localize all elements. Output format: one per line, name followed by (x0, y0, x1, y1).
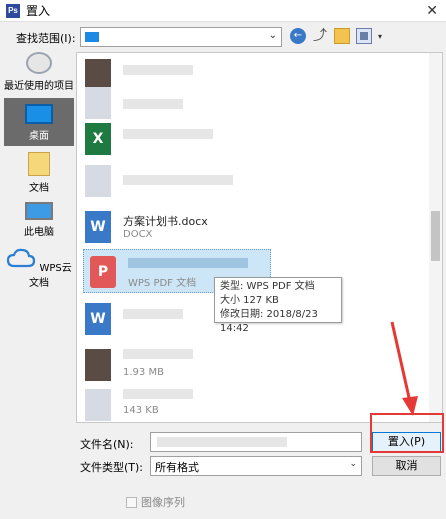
back-icon[interactable]: ← (290, 28, 306, 44)
new-folder-icon[interactable] (334, 28, 350, 44)
documents-icon (28, 152, 50, 176)
place-label: WPS云文档 (29, 263, 72, 289)
place-label: 文档 (29, 183, 49, 194)
redacted-text (157, 437, 287, 447)
place-label: 最近使用的项目 (4, 81, 74, 92)
file-meta: 1.93 MB (123, 367, 164, 378)
file-generic-icon (85, 165, 111, 197)
pdf-icon: P (90, 256, 116, 288)
file-meta: DOCX (123, 229, 153, 240)
file-generic-icon (85, 87, 111, 119)
file-type-label: 文件类型(T): (80, 461, 144, 474)
file-meta: WPS PDF 文档 (128, 278, 197, 289)
annotation-arrow-icon (390, 321, 418, 416)
place-label: 此电脑 (24, 227, 54, 238)
title-bar: Ps 置入 ✕ (0, 0, 446, 22)
redacted-text (123, 349, 193, 359)
scrollbar-thumb[interactable] (431, 211, 440, 261)
place-this-pc[interactable]: 此电脑 (4, 202, 74, 242)
file-thumbnail-icon (85, 349, 111, 381)
place-recent[interactable]: 最近使用的项目 (4, 52, 74, 92)
redacted-text (128, 258, 248, 268)
view-menu-icon[interactable] (356, 28, 372, 44)
vertical-scrollbar[interactable] (429, 53, 442, 422)
file-meta: 143 KB (123, 405, 159, 416)
chevron-down-icon: ⌄ (349, 459, 357, 469)
list-item[interactable]: 143 KB (79, 383, 419, 422)
file-type-value: 所有格式 (155, 461, 199, 474)
photoshop-icon: Ps (6, 3, 20, 18)
redacted-text (123, 175, 233, 185)
redacted-text (123, 99, 183, 109)
checkbox-box[interactable] (126, 496, 137, 508)
redacted-text (123, 65, 193, 75)
redacted-text (123, 309, 183, 319)
close-icon[interactable]: ✕ (426, 3, 438, 19)
file-tooltip: 类型: WPS PDF 文档 大小 127 KB 修改日期: 2018/8/23… (214, 277, 342, 334)
desktop-small-icon (85, 32, 99, 42)
place-wps-cloud[interactable]: WPS云文档 (4, 248, 74, 290)
word-doc-icon: W (85, 211, 111, 243)
place-desktop[interactable]: 桌面 (4, 98, 74, 146)
file-type-select[interactable]: 所有格式 ⌄ (150, 456, 362, 476)
tooltip-type: 类型: WPS PDF 文档 (220, 281, 315, 292)
cancel-button[interactable]: 取消 (372, 456, 441, 476)
list-item[interactable]: 1.93 MB (79, 343, 419, 387)
look-in-combo[interactable]: ⌄ (80, 27, 282, 47)
word-doc-icon: W (85, 303, 111, 335)
tooltip-modified: 修改日期: 2018/8/23 14:42 (220, 309, 318, 334)
desktop-icon (25, 104, 53, 124)
file-name-input[interactable] (150, 432, 362, 452)
chevron-down-icon: ⌄ (268, 30, 277, 41)
view-dropdown-icon[interactable]: ▾ (378, 32, 382, 41)
nav-toolbar: ← ⤴ ▾ (290, 28, 382, 44)
list-item[interactable]: W 方案计划书.docx DOCX (79, 205, 419, 249)
file-generic-icon (85, 389, 111, 421)
look-in-label: 查找范围(I): (16, 32, 76, 45)
image-sequence-checkbox[interactable]: 图像序列 (126, 494, 185, 510)
place-documents[interactable]: 文档 (4, 152, 74, 194)
up-folder-icon[interactable]: ⤴ (312, 28, 328, 44)
tooltip-size: 大小 127 KB (220, 295, 279, 306)
excel-icon: X (85, 123, 111, 155)
cloud-icon (7, 248, 36, 268)
list-item[interactable] (79, 159, 419, 203)
redacted-text (123, 389, 193, 399)
window-title: 置入 (26, 4, 51, 18)
file-name: 方案计划书.docx (123, 215, 208, 228)
file-name-label: 文件名(N): (80, 438, 134, 451)
redacted-text (123, 129, 213, 139)
place-label: 桌面 (29, 131, 49, 142)
places-bar: 最近使用的项目 桌面 文档 此电脑 WPS云文档 (4, 52, 74, 292)
list-item[interactable]: X (79, 117, 419, 161)
checkbox-label: 图像序列 (141, 496, 185, 509)
pc-icon (25, 202, 53, 220)
recent-icon (26, 52, 52, 74)
